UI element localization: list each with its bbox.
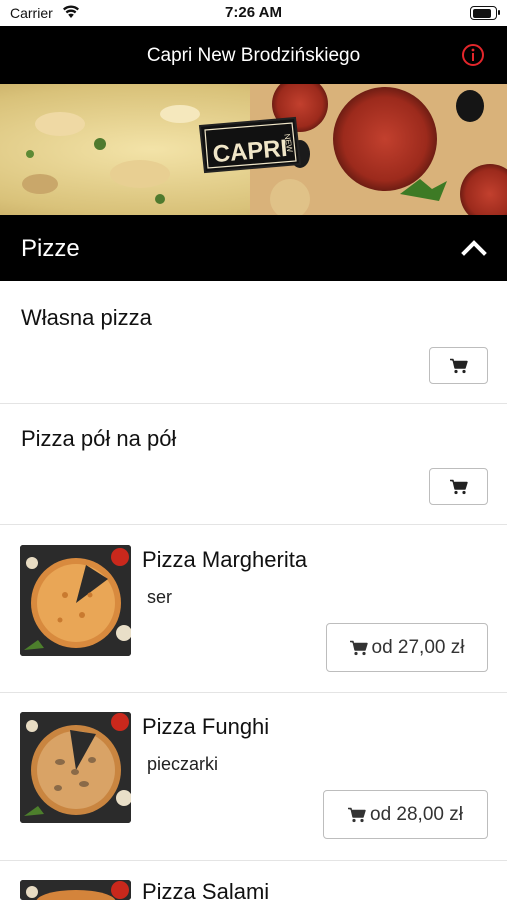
clock: 7:26 AM (225, 4, 282, 21)
product-name: Pizza Margherita (142, 547, 308, 572)
product-image (20, 545, 131, 656)
navigation-bar: Capri New Brodzińskiego (0, 26, 507, 84)
product-price: od 28,00 zł (370, 803, 463, 825)
product-item[interactable]: Pizza Salami (0, 861, 507, 900)
product-name: Pizza Funghi (142, 714, 270, 739)
product-name: Własna pizza (21, 305, 152, 330)
product-image (20, 712, 131, 823)
product-description: pieczarki (147, 754, 219, 774)
info-circle-icon[interactable] (461, 43, 485, 67)
cart-icon (348, 807, 366, 822)
pizza-banner-image: CAPRI NEW (0, 84, 507, 215)
cart-icon (449, 358, 468, 373)
battery-icon (470, 6, 500, 20)
hero-banner: CAPRI NEW (0, 84, 507, 215)
product-item[interactable]: Pizza Margherita ser od 27,00 zł (0, 525, 507, 693)
add-to-cart-button[interactable]: od 28,00 zł (323, 790, 488, 839)
battery-level (472, 8, 492, 18)
chevron-up-icon[interactable] (461, 237, 487, 257)
product-name: Pizza pół na pół (21, 426, 177, 451)
cart-icon (449, 479, 468, 494)
product-image (20, 880, 131, 900)
product-price: od 27,00 zł (371, 636, 465, 658)
product-description: ser (147, 587, 173, 607)
add-to-cart-button[interactable] (429, 347, 488, 384)
capri-logo: CAPRI NEW (198, 116, 302, 174)
product-name: Pizza Salami (142, 879, 270, 900)
product-item[interactable]: Pizza pół na pół (0, 404, 507, 525)
add-to-cart-button[interactable] (429, 468, 488, 505)
status-bar: Carrier 7:26 AM (0, 0, 507, 26)
product-item[interactable]: Własna pizza (0, 281, 507, 404)
restaurant-title: Capri New Brodzińskiego (146, 45, 361, 66)
category-header[interactable]: Pizze (0, 215, 507, 281)
add-to-cart-button[interactable]: od 27,00 zł (326, 623, 488, 672)
product-item[interactable]: Pizza Funghi pieczarki od 28,00 zł (0, 693, 507, 861)
cart-icon (349, 640, 368, 655)
category-title: Pizze (21, 235, 80, 262)
